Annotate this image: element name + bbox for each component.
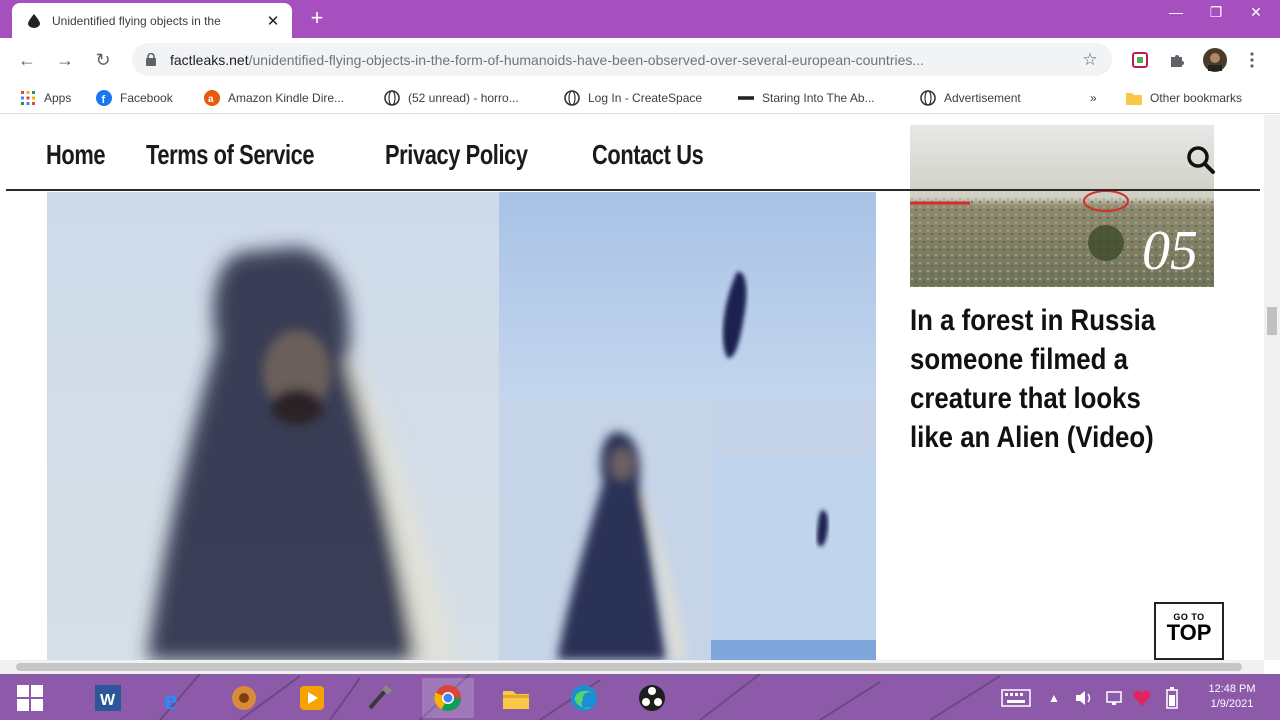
- nav-privacy-policy[interactable]: Privacy Policy: [385, 139, 528, 171]
- folder-icon: [1126, 90, 1142, 106]
- close-window-icon[interactable]: ✕: [1236, 0, 1276, 24]
- bookmark-createspace[interactable]: Log In - CreateSpace: [564, 88, 702, 108]
- go-to-top-big: TOP: [1166, 620, 1212, 645]
- site-nav: Home Terms of Service Privacy Policy Con…: [46, 139, 735, 171]
- bookmark-label: Log In - CreateSpace: [588, 91, 703, 105]
- bookmark-amazon-kindle[interactable]: a Amazon Kindle Dire...: [204, 88, 344, 108]
- hero-collage: [47, 192, 876, 660]
- globe-icon: [920, 90, 936, 106]
- network-icon[interactable]: [1100, 678, 1128, 718]
- nav-divider: [6, 189, 1260, 191]
- tray-overflow-chevron-icon[interactable]: ▲: [1042, 678, 1066, 718]
- close-tab-icon[interactable]: ✕: [264, 12, 282, 30]
- heart-icon[interactable]: [1128, 678, 1156, 718]
- dash-icon: [738, 90, 754, 106]
- reload-icon[interactable]: ↻: [84, 41, 122, 79]
- word-icon[interactable]: W: [82, 678, 134, 718]
- article-hero-image: [47, 192, 876, 660]
- paint-icon[interactable]: [354, 678, 406, 718]
- sidebar-article-thumbnail[interactable]: 05: [910, 125, 1214, 287]
- tab-strip: Unidentified flying objects in the ✕ + —…: [0, 0, 1280, 38]
- sidebar-article-title[interactable]: In a forest in Russia someone filmed a c…: [910, 301, 1185, 457]
- profile-avatar[interactable]: [1203, 48, 1227, 72]
- maximize-icon[interactable]: ❐: [1196, 0, 1236, 24]
- bookmark-label: Apps: [44, 91, 72, 105]
- minimize-icon[interactable]: —: [1156, 0, 1196, 24]
- bookmark-star-icon[interactable]: ☆: [1080, 50, 1100, 70]
- bookmarks-bar: Apps f Facebook a Amazon Kindle Dire... …: [0, 82, 1280, 114]
- clock-date: 1/9/2021: [1210, 698, 1254, 710]
- vertical-scrollbar-thumb[interactable]: [1267, 307, 1277, 335]
- url-domain: factleaks.net: [170, 51, 249, 68]
- globe-icon: [384, 90, 400, 106]
- address-bar[interactable]: factleaks.net/unidentified-flying-object…: [132, 43, 1112, 76]
- bookmark-staring-into[interactable]: Staring Into The Ab...: [738, 88, 875, 108]
- nav-home[interactable]: Home: [46, 139, 106, 171]
- bookmark-label: Advertisement: [944, 91, 1021, 105]
- taskbar-clock[interactable]: 12:48 PM 1/9/2021: [1196, 682, 1268, 712]
- facebook-icon: f: [96, 90, 112, 106]
- back-arrow-icon[interactable]: ←: [8, 41, 46, 79]
- svg-text:e: e: [164, 683, 177, 713]
- bookmark-label: Staring Into The Ab...: [762, 91, 875, 105]
- bookmark-label: Amazon Kindle Dire...: [228, 91, 345, 105]
- windows-taskbar: W e ▲ 12:48 PM 1/9/2021: [0, 674, 1280, 720]
- drop-favicon-icon: [26, 13, 42, 29]
- search-icon[interactable]: [1186, 145, 1216, 175]
- svg-text:a: a: [208, 94, 214, 105]
- nav-contact-us[interactable]: Contact Us: [592, 139, 704, 171]
- amazon-icon: a: [204, 90, 220, 106]
- app-icon[interactable]: [218, 678, 270, 718]
- edge-icon[interactable]: [558, 678, 610, 718]
- new-tab-button[interactable]: +: [306, 7, 328, 29]
- speaker-icon[interactable]: [1070, 678, 1098, 718]
- browser-tab-active[interactable]: Unidentified flying objects in the ✕: [12, 3, 292, 38]
- nav-terms-of-service[interactable]: Terms of Service: [146, 139, 315, 171]
- globe-icon: [564, 90, 580, 106]
- extension-icon[interactable]: [1128, 48, 1152, 72]
- bookmark-other[interactable]: Other bookmarks: [1126, 88, 1242, 108]
- obs-icon[interactable]: [626, 678, 678, 718]
- svg-text:f: f: [102, 94, 106, 106]
- vertical-scrollbar[interactable]: [1264, 115, 1280, 660]
- keyboard-icon[interactable]: [996, 678, 1036, 718]
- bookmark-unread[interactable]: (52 unread) - horro...: [384, 88, 519, 108]
- bookmark-label: Facebook: [120, 91, 173, 105]
- windows-start-icon[interactable]: [4, 678, 56, 718]
- bookmarks-overflow-chevron-icon[interactable]: »: [1090, 88, 1097, 108]
- lock-icon: [144, 53, 158, 67]
- thumbnail-number: 05: [1142, 220, 1198, 282]
- tab-title: Unidentified flying objects in the: [52, 13, 221, 28]
- svg-text:W: W: [100, 692, 116, 709]
- bookmark-facebook[interactable]: f Facebook: [96, 88, 173, 108]
- puzzle-extensions-icon[interactable]: [1165, 48, 1189, 72]
- edge-legacy-icon[interactable]: e: [150, 678, 202, 718]
- apps-grid-icon: [20, 90, 36, 106]
- clock-time: 12:48 PM: [1208, 683, 1256, 695]
- kebab-menu-icon[interactable]: [1240, 48, 1264, 72]
- bookmark-label: (52 unread) - horro...: [408, 91, 519, 105]
- forward-arrow-icon[interactable]: →: [46, 41, 84, 79]
- media-player-icon[interactable]: [286, 678, 338, 718]
- chrome-icon[interactable]: [422, 678, 474, 718]
- go-to-top-button[interactable]: GO TO TOP: [1154, 602, 1224, 660]
- horizontal-scrollbar[interactable]: [0, 660, 1264, 674]
- browser-toolbar: ← → ↻ factleaks.net/unidentified-flying-…: [0, 38, 1280, 82]
- bookmark-advertisement[interactable]: Advertisement: [920, 88, 1021, 108]
- web-page: 05 Home Terms of Service Privacy Policy …: [0, 115, 1264, 660]
- url-path: /unidentified-flying-objects-in-the-form…: [248, 51, 925, 68]
- file-explorer-icon[interactable]: [490, 678, 542, 718]
- horizontal-scrollbar-thumb[interactable]: [16, 663, 1242, 671]
- bookmark-label: Other bookmarks: [1150, 91, 1243, 105]
- bookmark-apps[interactable]: Apps: [20, 88, 71, 108]
- url-text: factleaks.net/unidentified-flying-object…: [170, 52, 1080, 68]
- battery-icon[interactable]: [1158, 678, 1186, 718]
